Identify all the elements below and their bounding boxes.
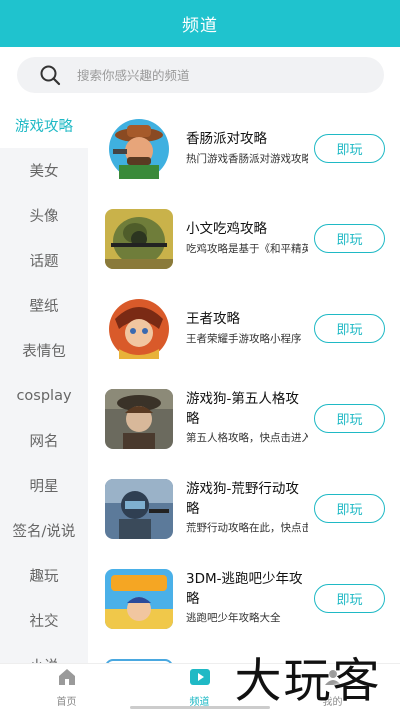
- home-indicator: [130, 706, 270, 709]
- list-item[interactable]: 王者攻略 王者荣耀手游攻略小程序 即玩: [88, 283, 400, 373]
- game-thumbnail: [105, 209, 173, 269]
- item-description: 热门游戏香肠派对游戏攻略: [186, 153, 308, 165]
- game-thumbnail: [105, 389, 173, 449]
- item-description: 第五人格攻略，快点击进入: [186, 432, 308, 444]
- item-description: 王者荣耀手游攻略小程序: [186, 333, 302, 345]
- sidebar-item-novels[interactable]: 小说: [0, 643, 88, 663]
- item-description: 荒野行动攻略在此，快点击: [186, 522, 308, 534]
- search-input[interactable]: [77, 67, 337, 83]
- play-icon: [189, 668, 211, 690]
- play-button[interactable]: 即玩: [314, 404, 385, 433]
- item-title: 小文吃鸡攻略: [186, 221, 267, 237]
- channel-list: 香肠派对攻略 热门游戏香肠派对游戏攻略 即玩 小文吃鸡攻略 吃鸡攻略是基于《和平…: [88, 103, 400, 663]
- page-title: 频道: [182, 16, 218, 36]
- search-icon: [37, 62, 63, 88]
- game-thumbnail: [105, 299, 173, 359]
- play-button[interactable]: 即玩: [314, 134, 385, 163]
- item-title: 王者攻略: [186, 311, 240, 327]
- list-item[interactable]: 游戏狗-第五人格攻略 第五人格攻略，快点击进入 即玩: [88, 373, 400, 463]
- category-sidebar: 游戏攻略 美女 头像 话题 壁纸 表情包 cosplay 网名 明星 签名/说说…: [0, 103, 88, 663]
- search-bar[interactable]: [17, 57, 384, 93]
- sidebar-item-topics[interactable]: 话题: [0, 238, 88, 283]
- sidebar-item-cosplay[interactable]: cosplay: [0, 373, 88, 418]
- play-button[interactable]: 即玩: [314, 584, 385, 613]
- watermark-logo: 大玩客: [234, 654, 382, 709]
- play-button[interactable]: 即玩: [314, 224, 385, 253]
- search-section: [0, 47, 400, 103]
- sidebar-item-fun[interactable]: 趣玩: [0, 553, 88, 598]
- sidebar-item-stickers[interactable]: 表情包: [0, 328, 88, 373]
- item-title: 游戏狗-荒野行动攻略: [186, 481, 299, 517]
- sidebar-item-beauty[interactable]: 美女: [0, 148, 88, 193]
- game-thumbnail: [105, 479, 173, 539]
- sidebar-item-social[interactable]: 社交: [0, 598, 88, 643]
- list-item[interactable]: 游戏狗-荒野行动攻略 荒野行动攻略在此，快点击 即玩: [88, 463, 400, 553]
- item-description: 吃鸡攻略是基于《和平精英》: [186, 243, 308, 255]
- sidebar-item-avatar[interactable]: 头像: [0, 193, 88, 238]
- list-item[interactable]: 香肠派对攻略 热门游戏香肠派对游戏攻略 即玩: [88, 103, 400, 193]
- sidebar-item-signatures[interactable]: 签名/说说: [0, 508, 88, 553]
- item-description: 逃跑吧少年攻略大全: [186, 612, 281, 624]
- sidebar-item-celebrities[interactable]: 明星: [0, 463, 88, 508]
- game-thumbnail: [105, 569, 173, 629]
- app-header: 频道: [0, 0, 400, 47]
- tab-home[interactable]: 首页: [0, 664, 133, 711]
- item-title: 游戏狗-第五人格攻略: [186, 391, 299, 427]
- item-title: 香肠派对攻略: [186, 131, 267, 147]
- list-item[interactable]: 小文吃鸡攻略 吃鸡攻略是基于《和平精英》 即玩: [88, 193, 400, 283]
- home-icon: [57, 668, 77, 690]
- item-title: 3DM-逃跑吧少年攻略: [186, 571, 303, 607]
- tab-label: 首页: [56, 697, 77, 708]
- sidebar-item-wallpaper[interactable]: 壁纸: [0, 283, 88, 328]
- sidebar-item-game-guides[interactable]: 游戏攻略: [0, 103, 88, 148]
- sidebar-item-nicknames[interactable]: 网名: [0, 418, 88, 463]
- play-button[interactable]: 即玩: [314, 494, 385, 523]
- list-item[interactable]: 3DM-逃跑吧少年攻略 逃跑吧少年攻略大全 即玩: [88, 553, 400, 643]
- game-thumbnail: [105, 119, 173, 179]
- play-button[interactable]: 即玩: [314, 314, 385, 343]
